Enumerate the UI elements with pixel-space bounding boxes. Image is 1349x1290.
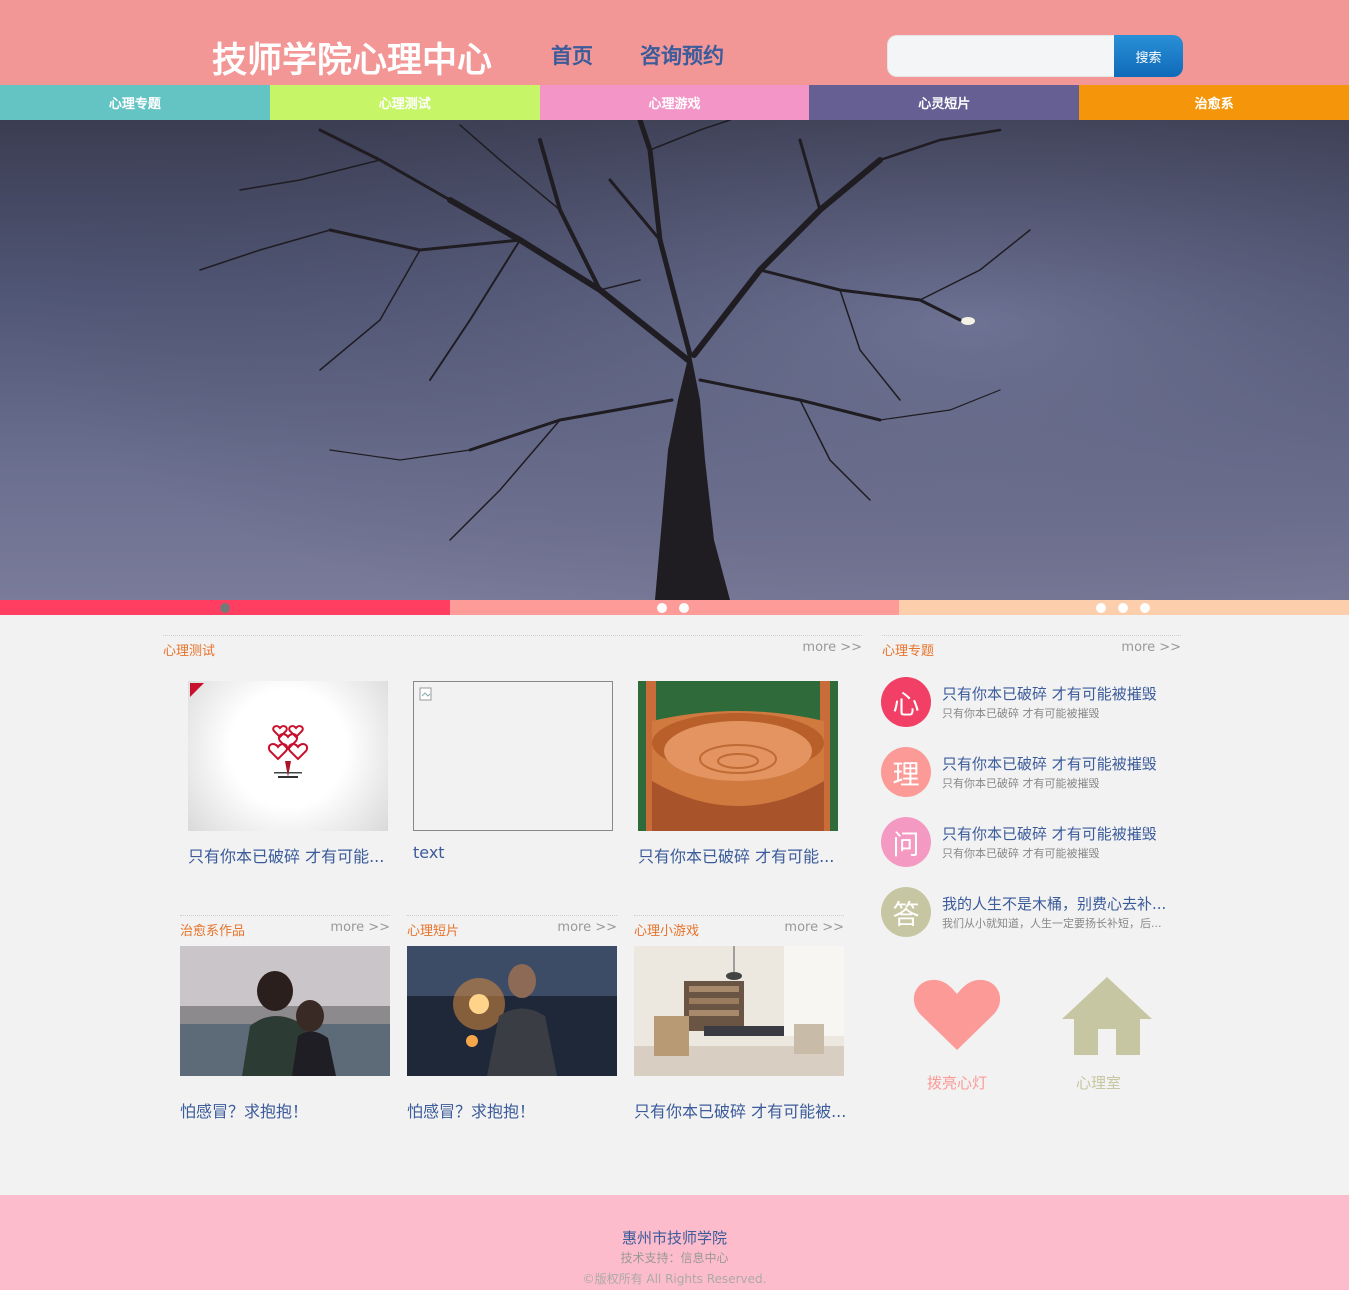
slider-dot[interactable] — [1118, 603, 1129, 613]
category-bar: 心理专题 心理测试 心理游戏 心灵短片 治愈系 — [0, 85, 1349, 120]
site-title: 技师学院心理中心 — [212, 41, 493, 81]
topic-subtitle-2: 只有你本已破碎 才有可能被摧毁 — [942, 777, 1100, 790]
topic-subtitle-4: 我们从小就知道，人生一定要扬长补短，后... — [942, 917, 1162, 930]
search-input[interactable] — [887, 35, 1115, 77]
slider-dot-active[interactable] — [220, 603, 230, 613]
counseling-room-label[interactable]: 心理室 — [1076, 1072, 1121, 1093]
healing-photo[interactable] — [180, 946, 390, 1076]
slider-indicator-bar — [0, 600, 1349, 615]
games-section-title: 心理小游戏 — [634, 924, 700, 939]
tree-silhouette-image — [0, 120, 1349, 600]
slider-segment-1[interactable] — [0, 600, 450, 615]
slider-dot[interactable] — [678, 603, 689, 613]
topic-badge-1: 心 — [881, 677, 931, 727]
topic-subtitle-3: 只有你本已破碎 才有可能被摧毁 — [942, 847, 1100, 860]
films-section-title: 心理短片 — [407, 924, 460, 939]
broken-image-icon — [419, 687, 432, 701]
slider-dot[interactable] — [1096, 603, 1107, 613]
test-thumb-3[interactable] — [638, 681, 838, 831]
films-section-header: 心理短片 more >> — [407, 915, 617, 939]
tests-section-title: 心理测试 — [163, 644, 216, 659]
couple-hug-image — [180, 946, 390, 1076]
slider-segment-2[interactable] — [449, 600, 900, 615]
footer-school-name: 惠州市技师学院 — [621, 1229, 727, 1247]
topic-title-4[interactable]: 我的人生不是木桶，别费心去补... — [942, 893, 1166, 914]
topic-badge-2: 理 — [881, 747, 931, 797]
topics-section-title: 心理专题 — [882, 644, 935, 659]
library-room-image — [634, 946, 844, 1076]
games-section-header: 心理小游戏 more >> — [634, 915, 844, 939]
films-photo[interactable] — [407, 946, 617, 1076]
slider-dot[interactable] — [1140, 603, 1151, 613]
footer-copyright: ©版权所有 All Rights Reserved. — [582, 1272, 767, 1286]
test-caption-2[interactable]: text — [413, 843, 445, 862]
films-caption[interactable]: 怕感冒？求抱抱！ — [407, 1098, 535, 1122]
footer: 惠州市技师学院 技术支持：信息中心 ©版权所有 All Rights Reser… — [0, 1195, 1349, 1290]
test-thumb-1[interactable] — [188, 681, 388, 831]
test-thumb-2[interactable] — [413, 681, 613, 831]
search-button[interactable]: 搜索 — [1114, 35, 1183, 77]
sparkler-image — [407, 946, 617, 1076]
house-icon[interactable] — [1060, 975, 1154, 1057]
header: 技师学院心理中心 首页 咨询预约 搜索 — [0, 0, 1349, 85]
topics-more-link[interactable]: more >> — [1121, 640, 1181, 655]
tests-more-link[interactable]: more >> — [802, 640, 862, 655]
nav-home-link[interactable]: 首页 — [551, 40, 593, 70]
category-healing[interactable]: 治愈系 — [1079, 85, 1349, 120]
slider-dot[interactable] — [656, 603, 667, 613]
heart-icon[interactable] — [912, 978, 1002, 1053]
healing-section-header: 治愈系作品 more >> — [180, 915, 390, 939]
category-games[interactable]: 心理游戏 — [539, 85, 810, 120]
healing-caption[interactable]: 怕感冒？求抱抱！ — [180, 1098, 308, 1122]
games-more-link[interactable]: more >> — [784, 920, 844, 935]
heart-tree-logo-icon — [190, 683, 308, 778]
light-heart-label[interactable]: 拨亮心灯 — [927, 1072, 987, 1093]
films-more-link[interactable]: more >> — [557, 920, 617, 935]
games-caption[interactable]: 只有你本已破碎 才有可能被... — [634, 1098, 846, 1122]
slider-segment-3[interactable] — [899, 600, 1349, 615]
healing-section-title: 治愈系作品 — [180, 924, 246, 939]
tests-section-header: 心理测试 more >> — [163, 635, 862, 659]
wooden-bucket-image — [638, 681, 838, 831]
test-caption-1[interactable]: 只有你本已破碎 才有可能... — [188, 843, 384, 867]
topic-badge-3: 问 — [881, 817, 931, 867]
topic-subtitle-1: 只有你本已破碎 才有可能被摧毁 — [942, 707, 1100, 720]
test-caption-3[interactable]: 只有你本已破碎 才有可能... — [638, 843, 834, 867]
topic-title-1[interactable]: 只有你本已破碎 才有可能被摧毁 — [942, 683, 1157, 704]
banner-image[interactable] — [0, 120, 1349, 600]
topic-badge-4: 答 — [881, 887, 931, 937]
topics-section-header: 心理专题 more >> — [882, 635, 1181, 659]
nav-appointment-link[interactable]: 咨询预约 — [640, 40, 724, 70]
topic-title-3[interactable]: 只有你本已破碎 才有可能被摧毁 — [942, 823, 1157, 844]
games-photo[interactable] — [634, 946, 844, 1076]
category-short-films[interactable]: 心灵短片 — [809, 85, 1080, 120]
healing-more-link[interactable]: more >> — [330, 920, 390, 935]
category-tests[interactable]: 心理测试 — [269, 85, 540, 120]
category-topics[interactable]: 心理专题 — [0, 85, 270, 120]
topic-title-2[interactable]: 只有你本已破碎 才有可能被摧毁 — [942, 753, 1157, 774]
footer-support: 技术支持：信息中心 — [620, 1251, 729, 1265]
